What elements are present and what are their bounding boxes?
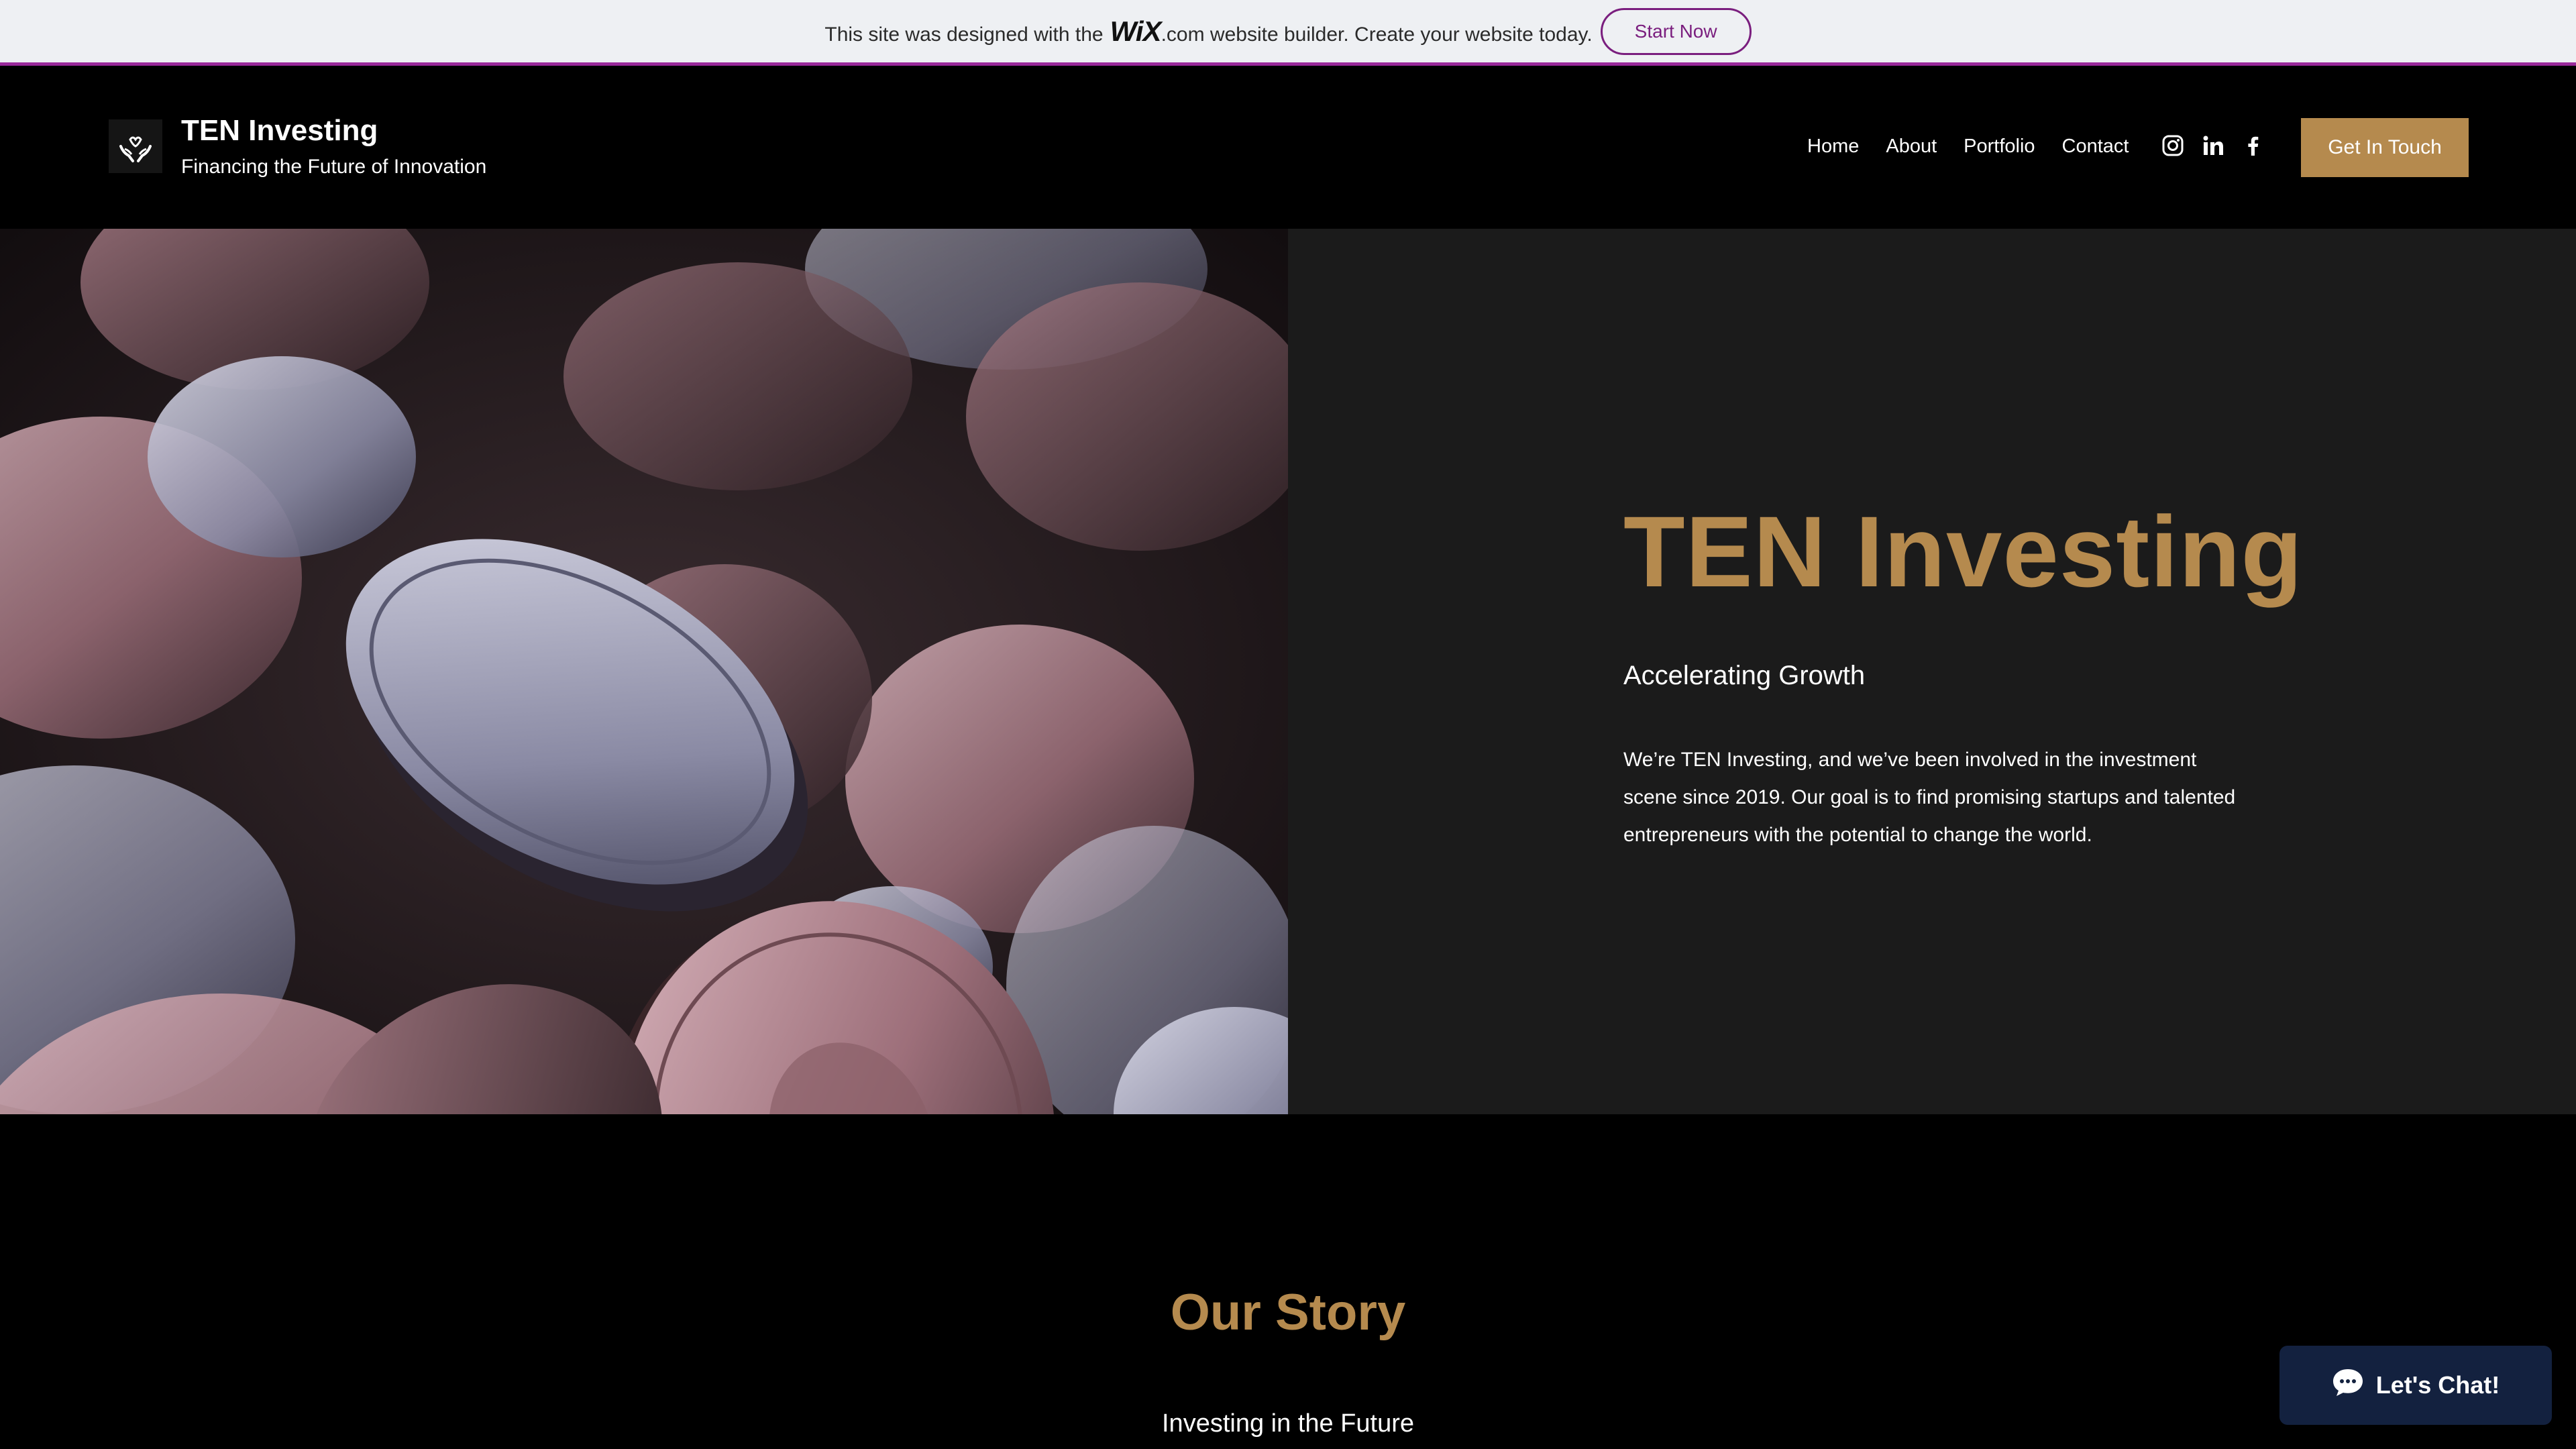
wix-banner-text-before: This site was designed with the: [824, 23, 1104, 46]
nav-portfolio[interactable]: Portfolio: [1964, 136, 2035, 158]
brand-tagline: Financing the Future of Innovation: [181, 156, 487, 178]
linkedin-icon[interactable]: [2200, 133, 2226, 158]
wix-banner: This site was designed with the WiX .com…: [0, 0, 2576, 66]
social-bar: [2160, 133, 2266, 158]
hero-subtitle: Accelerating Growth: [1623, 661, 1866, 690]
hero-body: We’re TEN Investing, and we’ve been invo…: [1623, 749, 2236, 846]
story-subtitle: Investing in the Future: [1162, 1409, 1414, 1438]
site-header: TEN Investing Financing the Future of In…: [0, 66, 2576, 229]
nav-contact[interactable]: Contact: [2062, 136, 2129, 158]
nav-about[interactable]: About: [1886, 136, 1937, 158]
brand-title[interactable]: TEN Investing: [181, 114, 378, 148]
hero-coins-image: [0, 229, 1288, 1114]
wix-logo: WiX: [1110, 15, 1162, 47]
hero-panel: TEN Investing Accelerating Growth We’re …: [1288, 229, 2576, 1114]
facebook-icon[interactable]: [2241, 133, 2266, 158]
chat-label: Let's Chat!: [2375, 1371, 2500, 1399]
get-in-touch-button[interactable]: Get In Touch: [2301, 118, 2469, 177]
story-title: Our Story: [1170, 1284, 1406, 1341]
chat-bubble-icon: [2332, 1368, 2364, 1403]
our-story-section: Our Story Investing in the Future: [0, 1114, 2576, 1449]
instagram-icon[interactable]: [2160, 133, 2186, 158]
hands-holding-heart-icon[interactable]: [109, 119, 162, 173]
hero-title: TEN Investing: [1623, 495, 2304, 608]
nav-home[interactable]: Home: [1807, 136, 1859, 158]
wix-banner-message: This site was designed with the WiX .com…: [824, 15, 1592, 48]
wix-banner-text-after: .com website builder. Create your websit…: [1161, 23, 1593, 46]
start-now-button[interactable]: Start Now: [1600, 7, 1752, 55]
main-nav: Home About Portfolio Contact: [1807, 136, 2129, 158]
lets-chat-button[interactable]: Let's Chat!: [2279, 1346, 2552, 1425]
